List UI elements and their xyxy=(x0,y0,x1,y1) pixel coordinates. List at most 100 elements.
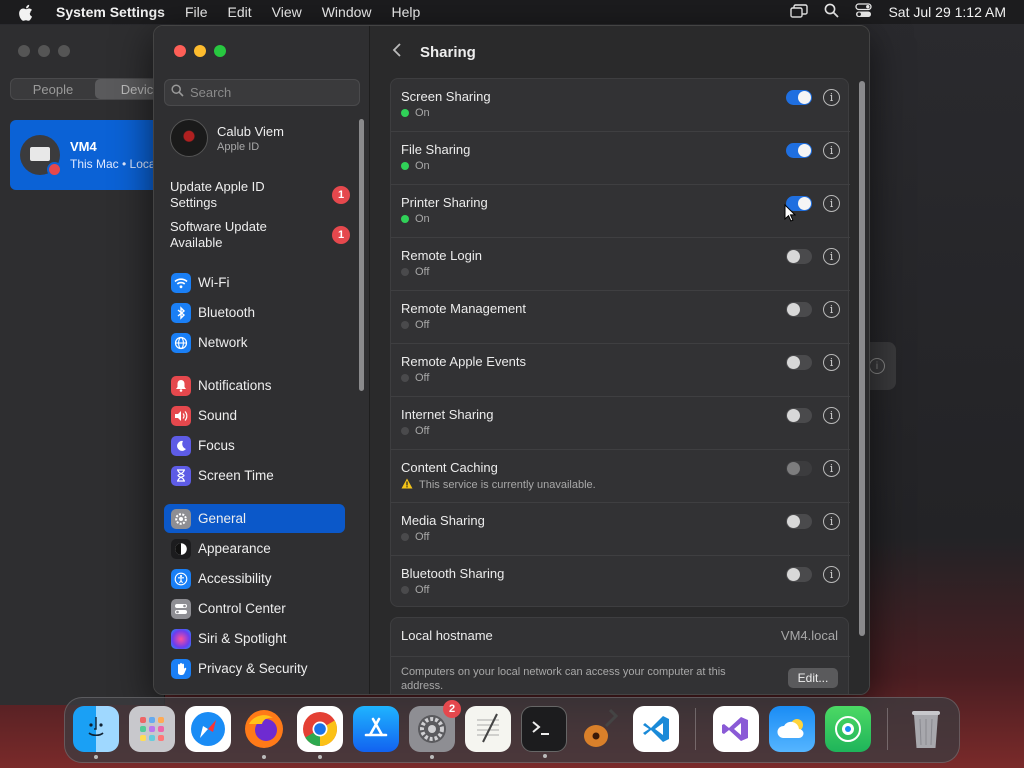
remote-apple-events-toggle[interactable] xyxy=(786,355,812,370)
sidebar-item-accessibility[interactable]: Accessibility xyxy=(164,564,345,593)
sidebar-item-focus[interactable]: Focus xyxy=(164,431,345,460)
file-sharing-toggle[interactable] xyxy=(786,143,812,158)
close-button[interactable] xyxy=(174,45,186,57)
info-icon: i xyxy=(869,358,885,374)
chrome-icon[interactable] xyxy=(297,706,343,759)
system-settings-window: Calub Viem Apple ID Update Apple ID Sett… xyxy=(153,25,870,695)
sidebar-item-appearance[interactable]: Appearance xyxy=(164,534,345,563)
terminal-icon[interactable] xyxy=(521,706,567,758)
service-status: On xyxy=(401,160,430,172)
lock-badge-icon xyxy=(47,162,62,177)
vscode-icon[interactable] xyxy=(633,706,679,752)
menu-view[interactable]: View xyxy=(262,4,312,20)
textedit-icon[interactable] xyxy=(465,706,511,752)
minimize-button[interactable] xyxy=(38,45,50,57)
hostname-value: VM4.local xyxy=(780,628,838,643)
alert-software-update[interactable]: Software Update Available 1 xyxy=(170,219,350,251)
info-icon[interactable]: i xyxy=(823,407,840,424)
bluetooth-icon xyxy=(171,302,191,323)
apple-id-account[interactable]: Calub Viem Apple ID xyxy=(170,119,284,157)
sidebar-item-network[interactable]: Network xyxy=(164,328,345,357)
firefox-icon[interactable] xyxy=(241,706,287,759)
edit-hostname-button[interactable]: Edit... xyxy=(788,668,838,688)
status-dot-icon xyxy=(401,215,409,223)
menu-window[interactable]: Window xyxy=(312,4,382,20)
content-scrollbar[interactable] xyxy=(859,81,865,636)
safari-icon[interactable] xyxy=(185,706,231,752)
service-row-remote-apple-events: Remote Apple Events Off i xyxy=(391,344,850,397)
sidebar-item-notifications[interactable]: Notifications xyxy=(164,371,345,400)
remote-management-toggle[interactable] xyxy=(786,302,812,317)
appearance-icon xyxy=(171,538,191,559)
sidebar-scrollbar[interactable] xyxy=(359,119,364,391)
service-status: This service is currently unavailable. xyxy=(401,478,596,492)
sidebar-item-sound[interactable]: Sound xyxy=(164,401,345,430)
sidebar-item-control-center[interactable]: Control Center xyxy=(164,594,345,623)
menu-clock[interactable]: Sat Jul 29 1:12 AM xyxy=(888,4,1006,20)
sidebar-item-bluetooth[interactable]: Bluetooth xyxy=(164,298,345,327)
menu-edit[interactable]: Edit xyxy=(218,4,262,20)
wifi-icon xyxy=(171,272,191,293)
close-button[interactable] xyxy=(18,45,30,57)
sidebar: Calub Viem Apple ID Update Apple ID Sett… xyxy=(154,26,370,694)
hostname-label: Local hostname xyxy=(401,628,493,643)
mouse-pointer-icon xyxy=(784,203,797,227)
menu-app-name[interactable]: System Settings xyxy=(52,4,175,20)
alert-badge: 1 xyxy=(332,186,350,204)
back-button[interactable] xyxy=(392,42,402,63)
info-icon[interactable]: i xyxy=(823,248,840,265)
search-input[interactable] xyxy=(190,85,350,100)
sidebar-item-privacy-security[interactable]: Privacy & Security xyxy=(164,654,345,683)
system-settings-icon[interactable]: 2 xyxy=(409,700,461,759)
internet-sharing-toggle[interactable] xyxy=(786,408,812,423)
sidebar-item-siri-spotlight[interactable]: Siri & Spotlight xyxy=(164,624,345,653)
control-center-icon[interactable] xyxy=(855,3,873,21)
launchpad-icon[interactable] xyxy=(129,706,175,752)
info-icon[interactable]: i xyxy=(823,89,840,106)
screen-sharing-toggle[interactable] xyxy=(786,90,812,105)
sidebar-item-label: Siri & Spotlight xyxy=(198,631,287,646)
garageband-icon[interactable] xyxy=(577,706,623,752)
search-field[interactable] xyxy=(164,79,360,106)
info-icon[interactable]: i xyxy=(823,301,840,318)
app-store-icon[interactable] xyxy=(353,706,399,752)
screen-mirroring-icon[interactable] xyxy=(790,3,809,21)
mac-device-icon xyxy=(20,135,62,177)
info-icon[interactable]: i xyxy=(823,460,840,477)
menu-help[interactable]: Help xyxy=(382,4,431,20)
info-icon[interactable]: i xyxy=(823,195,840,212)
service-row-remote-management: Remote Management Off i xyxy=(391,291,850,344)
info-icon[interactable]: i xyxy=(823,354,840,371)
findmy-icon[interactable] xyxy=(825,706,871,752)
globe-icon xyxy=(171,332,191,353)
media-sharing-toggle[interactable] xyxy=(786,514,812,529)
remote-login-toggle[interactable] xyxy=(786,249,812,264)
avatar xyxy=(170,119,208,157)
info-icon[interactable]: i xyxy=(823,513,840,530)
info-icon[interactable]: i xyxy=(823,566,840,583)
visual-studio-icon[interactable] xyxy=(713,706,759,752)
apple-menu-icon[interactable] xyxy=(18,4,40,21)
finder-icon[interactable] xyxy=(73,706,119,759)
tab-people[interactable]: People xyxy=(11,79,95,99)
zoom-button[interactable] xyxy=(58,45,70,57)
bluetooth-sharing-toggle[interactable] xyxy=(786,567,812,582)
weather-icon[interactable] xyxy=(769,706,815,752)
spotlight-search-icon[interactable] xyxy=(824,3,840,21)
service-name: Bluetooth Sharing xyxy=(401,566,505,581)
zoom-button[interactable] xyxy=(214,45,226,57)
content-caching-toggle[interactable] xyxy=(786,461,812,476)
sidebar-item-screen-time[interactable]: Screen Time xyxy=(164,461,345,490)
service-row-printer-sharing: Printer Sharing On i xyxy=(391,185,850,238)
sidebar-item-general[interactable]: General xyxy=(164,504,345,533)
menu-file[interactable]: File xyxy=(175,4,218,20)
minimize-button[interactable] xyxy=(194,45,206,57)
status-dot-icon xyxy=(401,427,409,435)
sidebar-item-wifi[interactable]: Wi-Fi xyxy=(164,268,345,297)
trash-icon[interactable] xyxy=(903,706,949,752)
info-icon[interactable]: i xyxy=(823,142,840,159)
alert-update-apple-id[interactable]: Update Apple ID Settings 1 xyxy=(170,179,350,211)
service-status: On xyxy=(401,107,430,119)
service-name: Remote Login xyxy=(401,248,482,263)
alert-label: Update Apple ID Settings xyxy=(170,179,265,210)
